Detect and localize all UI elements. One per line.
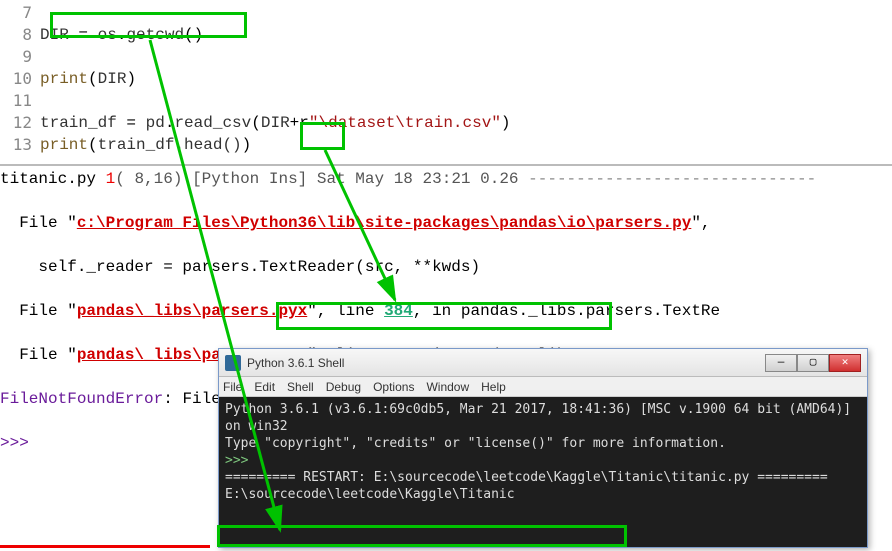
code-line: 8 DIR = os.getcwd(): [0, 24, 892, 46]
menu-options[interactable]: Options: [373, 380, 414, 394]
code-content: print(DIR): [40, 68, 136, 90]
line-number: 7: [0, 2, 40, 24]
python-icon: [225, 355, 241, 371]
window-title: Python 3.6.1 Shell: [247, 356, 765, 370]
line-number: 11: [0, 90, 40, 112]
status-line: titanic.py 1( 8,16) [Python Ins] Sat May…: [0, 168, 892, 190]
code-content: [40, 2, 50, 24]
line-number: 8: [0, 24, 40, 46]
shell-menubar: File Edit Shell Debug Options Window Hel…: [219, 377, 867, 397]
annotation-line: [0, 545, 210, 548]
line-number: 13: [0, 134, 40, 156]
code-content: train_df = pd.read_csv(DIR+r"\dataset\tr…: [40, 112, 511, 134]
shell-titlebar[interactable]: Python 3.6.1 Shell — ▢ ✕: [219, 349, 867, 377]
traceback-line: File "c:\Program Files\Python36\lib\site…: [0, 212, 892, 234]
code-line: 13 print(train_df.head()): [0, 134, 892, 156]
menu-file[interactable]: File: [223, 380, 242, 394]
divider: [0, 164, 892, 166]
code-content: DIR = os.getcwd(): [40, 24, 203, 46]
line-number: 12: [0, 112, 40, 134]
line-number: 9: [0, 46, 40, 68]
shell-output[interactable]: Python 3.6.1 (v3.6.1:69c0db5, Mar 21 201…: [219, 397, 867, 547]
code-line: 10 print(DIR): [0, 68, 892, 90]
code-line: 9: [0, 46, 892, 68]
traceback-line: File "pandas\_libs\parsers.pyx", line 38…: [0, 300, 892, 322]
maximize-button[interactable]: ▢: [797, 354, 829, 372]
menu-window[interactable]: Window: [426, 380, 469, 394]
window-controls: — ▢ ✕: [765, 354, 861, 372]
code-editor[interactable]: 7 8 DIR = os.getcwd() 9 10 print(DIR) 11…: [0, 0, 892, 158]
code-line: 7: [0, 2, 892, 24]
menu-debug[interactable]: Debug: [326, 380, 361, 394]
code-content: [40, 46, 50, 68]
menu-edit[interactable]: Edit: [254, 380, 275, 394]
code-line: 12 train_df = pd.read_csv(DIR+r"\dataset…: [0, 112, 892, 134]
traceback-line: self._reader = parsers.TextReader(src, *…: [0, 256, 892, 278]
close-button[interactable]: ✕: [829, 354, 861, 372]
python-shell-window[interactable]: Python 3.6.1 Shell — ▢ ✕ File Edit Shell…: [218, 348, 868, 548]
code-content: [40, 90, 50, 112]
code-line: 11: [0, 90, 892, 112]
menu-help[interactable]: Help: [481, 380, 506, 394]
menu-shell[interactable]: Shell: [287, 380, 314, 394]
code-content: print(train_df.head()): [40, 134, 251, 156]
line-number: 10: [0, 68, 40, 90]
minimize-button[interactable]: —: [765, 354, 797, 372]
